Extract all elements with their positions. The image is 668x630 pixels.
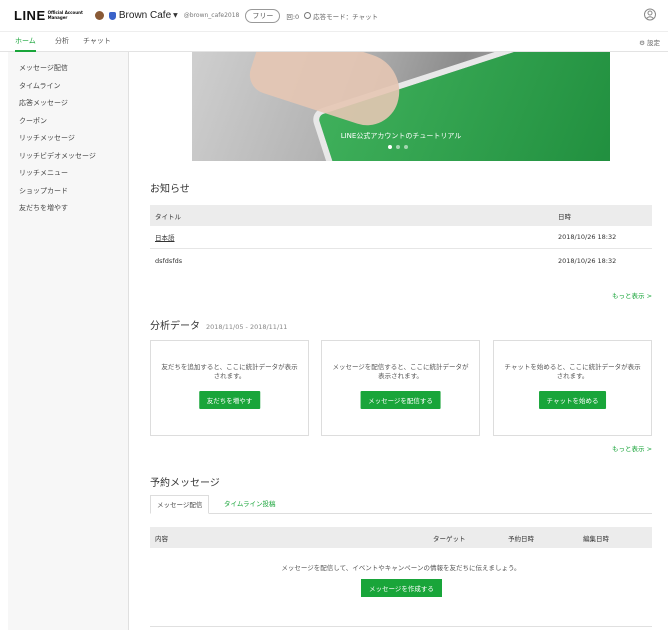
analytics-card-friends: 友だちを追加すると、ここに統計データが表示されます。 友だちを増やす [150, 340, 309, 436]
table-header: 内容 ターゲット 予約日時 編集日時 [150, 527, 652, 548]
news-title-link[interactable]: 日本語 [155, 232, 175, 242]
col-date-header: 日時 [558, 212, 571, 221]
news-more-link[interactable]: もっと表示 > [612, 290, 652, 300]
sidebar-item-rich-menu[interactable]: リッチメニュー [8, 168, 128, 186]
account-name: Brown Cafe [118, 10, 172, 21]
card-message: 友だちを追加すると、ここに統計データが表示されます。 [161, 363, 298, 380]
scheduled-tabs: メッセージ配信 タイムライン投稿 [150, 495, 652, 514]
chat-bubble-icon [304, 12, 312, 19]
create-message-button[interactable]: メッセージを作成する [361, 579, 442, 597]
account-id: @brown_cafe2018 [183, 12, 240, 19]
analytics-cards: 友だちを追加すると、ここに統計データが表示されます。 友だちを増やす メッセージ… [150, 340, 652, 436]
chevron-down-icon: ▼ [173, 12, 178, 19]
top-header: LINE Official Account Manager Brown Cafe… [0, 0, 668, 31]
scheduled-table: 内容 ターゲット 予約日時 編集日時 [150, 527, 652, 548]
table-header: タイトル 日時 [150, 205, 652, 226]
settings-link[interactable]: ⚙ 設定 [639, 37, 660, 47]
tab-home[interactable]: ホーム [15, 36, 36, 52]
gain-friends-button[interactable]: 友だちを増やす [198, 391, 261, 409]
sidebar-item-shop-card[interactable]: ショップカード [8, 186, 128, 204]
card-message: メッセージを配信すると、ここに統計データが表示されます。 [332, 363, 469, 380]
card-message: チャットを始めると、ここに統計データが表示されます。 [504, 363, 641, 380]
logo-text: LINE [14, 8, 46, 23]
verified-shield-icon [108, 11, 116, 20]
user-icon[interactable] [644, 8, 656, 21]
divider [150, 626, 652, 627]
tutorial-banner[interactable]: LINE公式アカウントのチュートリアル [192, 52, 610, 161]
sidebar: メッセージ配信 タイムライン 応答メッセージ クーポン リッチメッセージ リッチ… [8, 52, 129, 630]
col-title-header: タイトル [155, 212, 181, 221]
col-edited-header: 編集日時 [583, 534, 609, 543]
tab-message-delivery[interactable]: メッセージ配信 [150, 495, 210, 514]
tab-chat[interactable]: チャット [83, 36, 111, 52]
analytics-card-messages: メッセージを配信すると、ここに統計データが表示されます。 メッセージを配信する [321, 340, 480, 436]
tab-analytics[interactable]: 分析 [55, 36, 69, 52]
send-message-button[interactable]: メッセージを配信する [360, 391, 441, 409]
carousel-dot[interactable] [404, 145, 408, 149]
account-avatar [94, 11, 104, 20]
analytics-date-range: 2018/11/05 - 2018/11/11 [206, 323, 288, 331]
news-title-link[interactable]: dsfdsfds [155, 257, 182, 265]
analytics-more-link[interactable]: もっと表示 > [612, 443, 652, 453]
carousel-dots [388, 145, 408, 149]
news-table: タイトル 日時 日本語 2018/10/26 18:32 dsfdsfds 20… [150, 205, 652, 272]
news-title: お知らせ [150, 184, 190, 195]
analytics-card-chat: チャットを始めると、ここに統計データが表示されます。 チャットを始める [493, 340, 652, 436]
col-content-header: 内容 [155, 534, 168, 543]
message-count: 回:0 [286, 12, 300, 21]
empty-state-message: メッセージを配信して、イベントやキャンペーンの情報を友だちに伝えましょう。 [281, 564, 521, 572]
sidebar-item-gain-friends[interactable]: 友だちを増やす [8, 203, 128, 221]
news-date: 2018/10/26 18:32 [558, 233, 617, 241]
sidebar-item-rich-video-message[interactable]: リッチビデオメッセージ [8, 151, 128, 169]
plan-badge: フリー [245, 8, 281, 23]
response-mode-label: 応答モード：チャット [313, 12, 379, 21]
col-target-header: ターゲット [433, 534, 466, 543]
sidebar-item-message-delivery[interactable]: メッセージ配信 [8, 63, 128, 81]
sidebar-item-coupon[interactable]: クーポン [8, 116, 128, 134]
tab-timeline-post[interactable]: タイムライン投稿 [218, 495, 282, 514]
col-scheduled-header: 予約日時 [508, 534, 534, 543]
sidebar-item-rich-message[interactable]: リッチメッセージ [8, 133, 128, 151]
account-switcher[interactable]: Brown Cafe ▼ [94, 10, 178, 21]
analytics-title: 分析データ 2018/11/05 - 2018/11/11 [150, 317, 287, 332]
logo-sub-line2: Manager [47, 14, 68, 20]
carousel-dot[interactable] [396, 145, 400, 149]
banner-caption: LINE公式アカウントのチュートリアル [340, 132, 462, 140]
line-logo[interactable]: LINE Official Account Manager [14, 8, 83, 23]
carousel-dot[interactable] [388, 145, 392, 149]
scheduled-title: 予約メッセージ [150, 478, 220, 489]
start-chat-button[interactable]: チャットを始める [538, 391, 607, 409]
table-row: 日本語 2018/10/26 18:32 [150, 226, 652, 249]
main-tab-bar: ホーム 分析 チャット ⚙ 設定 [0, 31, 668, 52]
logo-subtext: Official Account Manager [47, 10, 83, 20]
analytics-title-text: 分析データ [150, 321, 200, 332]
table-row: dsfdsfds 2018/10/26 18:32 [150, 249, 652, 272]
response-mode[interactable]: 応答モード：チャット [304, 11, 378, 21]
news-date: 2018/10/26 18:32 [558, 256, 617, 265]
sidebar-item-timeline[interactable]: タイムライン [8, 81, 128, 99]
sidebar-item-auto-response[interactable]: 応答メッセージ [8, 98, 128, 116]
